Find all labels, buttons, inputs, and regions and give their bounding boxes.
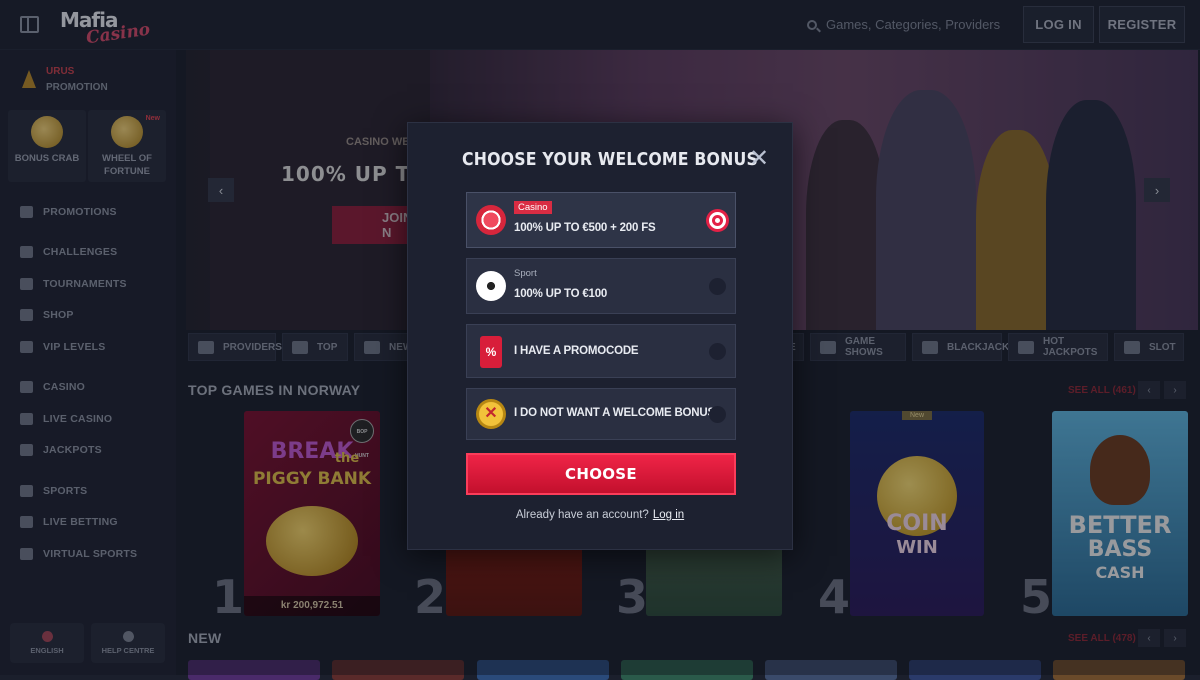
option-label: 100% UP TO €500 + 200 FS <box>514 222 656 234</box>
no-bonus-icon: ✕ <box>476 399 506 429</box>
option-tag: Casino <box>514 201 552 214</box>
option-radio[interactable] <box>709 278 726 295</box>
close-icon[interactable]: ✕ <box>747 147 771 171</box>
login-link[interactable]: Log in <box>653 509 684 521</box>
bonus-option-promocode[interactable]: % I HAVE A PROMOCODE <box>466 324 736 378</box>
option-tag: Sport <box>514 268 537 279</box>
option-label: I DO NOT WANT A WELCOME BONUS <box>514 407 715 419</box>
football-icon <box>476 271 506 301</box>
option-radio[interactable] <box>709 212 726 229</box>
option-label: I HAVE A PROMOCODE <box>514 345 639 357</box>
option-radio[interactable] <box>709 406 726 423</box>
login-prompt-text: Already have an account? <box>515 509 649 521</box>
promo-tag-icon: % <box>480 336 502 368</box>
bonus-option-sport[interactable]: Sport 100% UP TO €100 <box>466 258 736 314</box>
option-label: 100% UP TO €100 <box>514 288 608 300</box>
modal-title: CHOOSE YOUR WELCOME BONUS <box>462 150 758 170</box>
option-radio[interactable] <box>709 343 726 360</box>
bonus-option-no-bonus[interactable]: ✕ I DO NOT WANT A WELCOME BONUS <box>466 388 736 440</box>
welcome-bonus-modal: CHOOSE YOUR WELCOME BONUS ✕ Casino 100% … <box>407 122 793 550</box>
login-prompt: Already have an account? Log in <box>408 509 792 521</box>
bonus-option-casino[interactable]: Casino 100% UP TO €500 + 200 FS <box>466 192 736 248</box>
casino-chip-icon <box>476 205 506 235</box>
choose-button[interactable]: CHOOSE <box>466 453 736 495</box>
